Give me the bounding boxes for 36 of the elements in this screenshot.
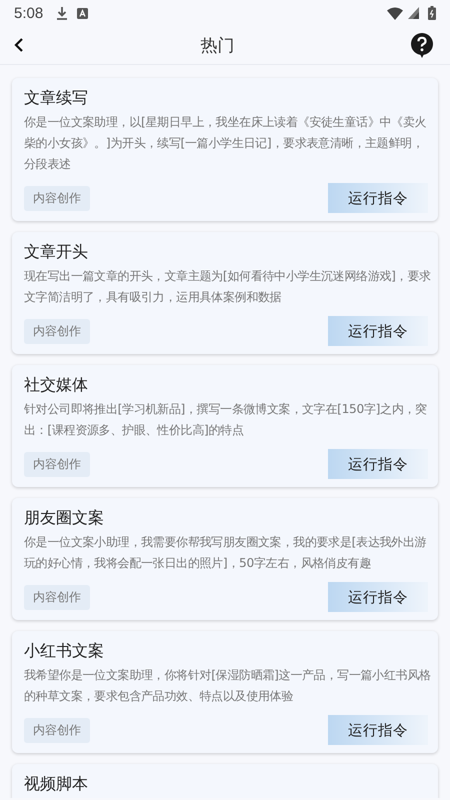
category-tag: 内容创作 [24, 718, 90, 742]
card-title: 文章开头 [24, 241, 89, 263]
wifi-icon [387, 6, 403, 20]
card-title: 视频脚本 [24, 773, 89, 795]
signal-icon [408, 7, 419, 19]
category-tag: 内容创作 [24, 318, 90, 344]
run-button[interactable]: 运行指令 [328, 449, 428, 479]
back-icon[interactable] [14, 37, 24, 53]
run-button[interactable]: 运行指令 [328, 316, 428, 346]
card-description: 我希望你是一位文案助理，你将针对[保湿防晒霜]这一产品，写一篇小红书风格的种草文案，要求包含产品功效、特点以及使用体验 [24, 667, 432, 705]
prompt-card[interactable]: 文章续写 你是一位文案助理，以[星期日早上，我坐在床上读着《安徒生童话》中《卖火柴的小女孩》。]为开头，续写[一篇小学生日记]，要求表意清晰，主题鲜明，分段表述 内容创作 运行指令 [12, 78, 438, 221]
keyboard-app-icon [77, 8, 88, 18]
prompt-card[interactable]: 文章开头 现在写出一篇文章的开头，文章主题为[如何看待中小学生沉迷网络游戏]，要求文字简洁明了，具有吸引力，运用具体案例和数据 内容创作 运行指令 [12, 232, 438, 354]
card-description: 你是一位文案小助理，我需要你帮我写朋友圈文案，我的要求是[表达我外出游玩的好心情，我将会配一张日出的照片]，50字左右，风格俏皮有趣 [24, 534, 428, 572]
prompt-card[interactable]: 小红书文案 我希望你是一位文案助理，你将针对[保湿防晒霜]这一产品，写一篇小红书风格的种草文案，要求包含产品功效、特点以及使用体验 内容创作 运行指令 [12, 631, 438, 753]
card-title: 小红书文案 [24, 640, 105, 662]
card-description: 现在写出一篇文章的开头，文章主题为[如何看待中小学生沉迷网络游戏]，要求文字简洁明了，具有吸引力，运用具体案例和数据 [24, 268, 432, 306]
run-button[interactable]: 运行指令 [328, 715, 428, 745]
run-button[interactable]: 运行指令 [328, 183, 428, 213]
category-tag: 内容创作 [24, 584, 90, 610]
prompt-card[interactable]: 视频脚本 [12, 764, 438, 798]
card-title: 朋友圈文案 [24, 507, 105, 529]
category-tag: 内容创作 [24, 452, 90, 476]
status-time: 5:08 [14, 4, 44, 22]
prompt-card[interactable]: 朋友圈文案 你是一位文案小助理，我需要你帮我写朋友圈文案，我的要求是[表达我外出游玩的好心情，我将会配一张日出的照片]，50字左右，风格俏皮有趣 内容创作 运行指令 [12, 498, 438, 620]
prompt-card[interactable]: 社交媒体 针对公司即将推出[学习机新品]，撰写一条微博文案，文字在[150字]之内，突出：[课程资源多、护眼、性价比高]的特点 内容创作 运行指令 [12, 365, 438, 487]
battery-icon [428, 6, 436, 20]
help-icon[interactable] [411, 32, 433, 58]
card-title: 文章续写 [24, 87, 89, 109]
card-description: 你是一位文案助理，以[星期日早上，我坐在床上读着《安徒生童话》中《卖火柴的小女孩》。]为开头，续写[一篇小学生日记]，要求表意清晰，主题鲜明，分段表述 [24, 114, 428, 173]
page-title: 热门 [200, 34, 234, 56]
run-button[interactable]: 运行指令 [328, 582, 428, 612]
category-tag: 内容创作 [24, 186, 90, 210]
card-title: 社交媒体 [24, 374, 89, 396]
card-description: 针对公司即将推出[学习机新品]，撰写一条微博文案，文字在[150字]之内，突出：[课程资源多、护眼、性价比高]的特点 [24, 401, 428, 439]
download-icon [56, 6, 68, 20]
